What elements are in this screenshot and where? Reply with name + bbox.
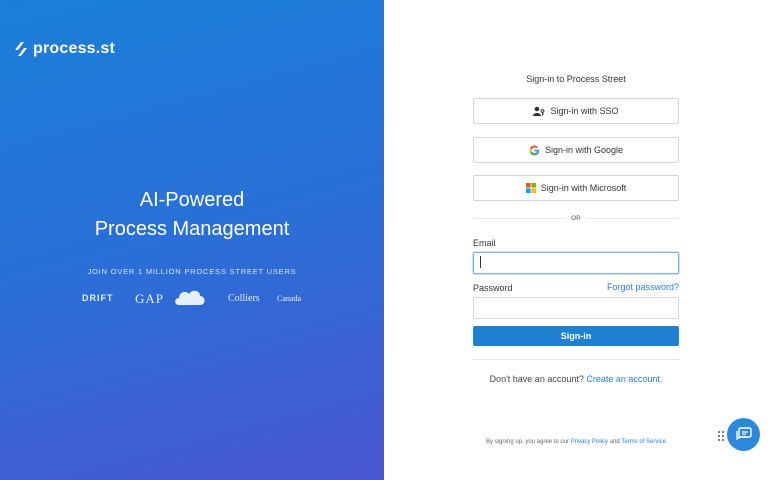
password-field[interactable] xyxy=(473,297,679,319)
or-divider: OR xyxy=(473,213,679,223)
microsoft-signin-label: Sign-in with Microsoft xyxy=(540,183,627,193)
hero-line-2: Process Management xyxy=(94,218,290,240)
or-text: OR xyxy=(571,214,581,222)
terms-prefix: By signing up, you agree to our xyxy=(485,439,570,445)
form-divider xyxy=(473,359,679,360)
no-account-text: Don't have an account? xyxy=(489,374,584,384)
chat-bubble-icon xyxy=(736,427,752,441)
google-signin-label: Sign-in with Google xyxy=(544,145,624,155)
salesforce-logo xyxy=(173,287,207,311)
terms-text: By signing up, you agree to our Privacy … xyxy=(473,439,679,445)
privacy-policy-link[interactable]: Privacy Policy xyxy=(571,439,608,445)
process-street-logo-icon xyxy=(15,42,27,56)
microsoft-signin-button[interactable]: Sign-in with Microsoft xyxy=(473,175,679,201)
microsoft-icon xyxy=(525,183,536,193)
email-label: Email xyxy=(473,238,496,248)
user-key-icon xyxy=(533,106,545,116)
hero-line-1: AI-Powered xyxy=(139,189,245,211)
forgot-password-link[interactable]: Forgot password? xyxy=(607,282,679,292)
terms-of-service-link[interactable]: Terms of Service xyxy=(621,439,666,445)
drag-handle-icon[interactable] xyxy=(717,430,725,442)
hero-heading: AI-Powered Process Management xyxy=(0,186,384,244)
colliers-logo: Colliers xyxy=(228,293,260,304)
text-caret xyxy=(480,256,481,268)
create-account-link[interactable]: Create an account. xyxy=(586,374,662,384)
terms-and: and xyxy=(609,439,620,445)
signin-button[interactable]: Sign-in xyxy=(473,326,679,346)
or-line-right xyxy=(586,217,679,219)
logo[interactable]: process.st xyxy=(13,40,115,58)
brand-panel: process.st AI-Powered Process Management… xyxy=(0,0,384,480)
logo-text: process.st xyxy=(33,40,116,57)
signin-panel: Sign-in to Process Street Sign-in with S… xyxy=(384,0,768,480)
join-text: JOIN OVER 1 MILLION PROCESS STREET USERS xyxy=(87,267,297,276)
drift-logo: DRIFT xyxy=(82,293,114,303)
or-line-left xyxy=(473,217,566,219)
form-title: Sign-in to Process Street xyxy=(526,74,626,84)
google-signin-button[interactable]: Sign-in with Google xyxy=(473,137,679,163)
google-icon xyxy=(529,144,540,155)
customer-logos: DRIFT GAP Colliers Canada xyxy=(80,287,310,311)
sso-signin-button[interactable]: Sign-in with SSO xyxy=(473,98,679,124)
canada-logo: Canada xyxy=(277,294,301,303)
email-field[interactable] xyxy=(473,252,679,274)
gap-logo: GAP xyxy=(135,291,165,306)
sso-signin-label: Sign-in with SSO xyxy=(550,106,619,116)
password-label: Password xyxy=(473,283,513,293)
chat-button[interactable] xyxy=(727,418,760,451)
no-account-row: Don't have an account? Create an account… xyxy=(473,374,679,384)
